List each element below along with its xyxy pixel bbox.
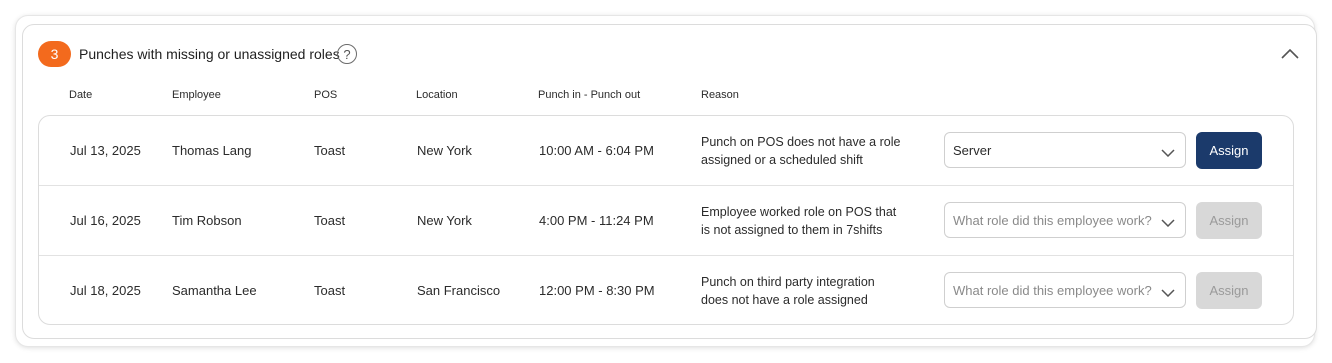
cell-date: Jul 18, 2025 <box>70 283 141 298</box>
panel-header: 3 Punches with missing or unassigned rol… <box>38 41 1301 69</box>
reason-line: Punch on POS does not have a role <box>701 135 901 149</box>
column-header-date: Date <box>69 89 93 101</box>
column-header-pos: POS <box>314 89 338 101</box>
cell-pos: Toast <box>314 213 346 228</box>
cell-pos: Toast <box>314 143 346 158</box>
chevron-down-icon <box>1161 284 1175 302</box>
column-header-employee: Employee <box>172 89 221 101</box>
assign-button[interactable]: Assign <box>1196 272 1262 309</box>
cell-reason: Employee worked role on POS that is not … <box>701 203 921 239</box>
cell-location: New York <box>417 143 472 158</box>
cell-punch: 4:00 PM - 11:24 PM <box>539 213 654 228</box>
role-select[interactable]: What role did this employee work? <box>944 202 1186 238</box>
cell-date: Jul 16, 2025 <box>70 213 141 228</box>
cell-employee: Tim Robson <box>172 213 242 228</box>
cell-reason: Punch on POS does not have a role assign… <box>701 133 921 169</box>
reason-line: assigned or a scheduled shift <box>701 153 863 167</box>
chevron-up-icon[interactable] <box>1279 43 1301 65</box>
punches-table: Jul 13, 2025 Thomas Lang Toast New York … <box>38 115 1294 325</box>
reason-line: Employee worked role on POS that <box>701 205 897 219</box>
panel-title: Punches with missing or unassigned roles <box>79 46 340 62</box>
count-badge: 3 <box>38 41 71 67</box>
column-header-punch: Punch in - Punch out <box>538 89 641 101</box>
assign-button[interactable]: Assign <box>1196 132 1262 169</box>
cell-date: Jul 13, 2025 <box>70 143 141 158</box>
cell-location: New York <box>417 213 472 228</box>
assign-button[interactable]: Assign <box>1196 202 1262 239</box>
column-header-location: Location <box>416 89 458 101</box>
cell-employee: Thomas Lang <box>172 143 252 158</box>
cell-pos: Toast <box>314 283 346 298</box>
table-row: Jul 16, 2025 Tim Robson Toast New York 4… <box>39 186 1293 256</box>
column-header-reason: Reason <box>701 89 739 101</box>
cell-employee: Samantha Lee <box>172 283 257 298</box>
reason-line: is not assigned to them in 7shifts <box>701 223 883 237</box>
reason-line: Punch on third party integration <box>701 275 875 289</box>
role-select-value: Server <box>953 143 992 158</box>
cell-punch: 12:00 PM - 8:30 PM <box>539 283 655 298</box>
cell-location: San Francisco <box>417 283 501 298</box>
missing-roles-panel: 3 Punches with missing or unassigned rol… <box>22 24 1317 339</box>
question-circle-icon[interactable]: ? <box>337 44 357 64</box>
role-select[interactable]: What role did this employee work? <box>944 272 1186 308</box>
role-select-placeholder: What role did this employee work? <box>953 283 1152 298</box>
table-row: Jul 13, 2025 Thomas Lang Toast New York … <box>39 116 1293 186</box>
cell-punch: 10:00 AM - 6:04 PM <box>539 143 654 158</box>
reason-line: does not have a role assigned <box>701 293 868 307</box>
chevron-down-icon <box>1161 144 1175 162</box>
role-select-placeholder: What role did this employee work? <box>953 213 1152 228</box>
table-row: Jul 18, 2025 Samantha Lee Toast San Fran… <box>39 256 1293 324</box>
chevron-down-icon <box>1161 214 1175 232</box>
role-select[interactable]: Server <box>944 132 1186 168</box>
cell-reason: Punch on third party integration does no… <box>701 273 921 309</box>
